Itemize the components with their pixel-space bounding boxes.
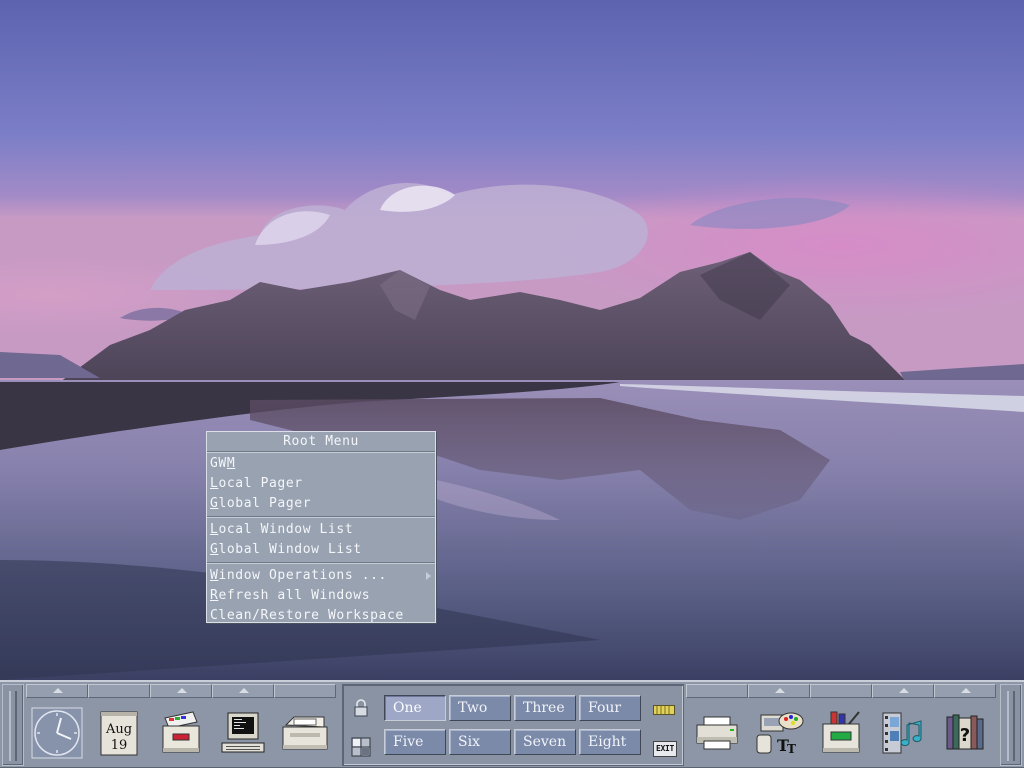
root-menu: Root Menu GWM Local Pager Global Pager L…	[206, 431, 436, 623]
subpanel-tab-media[interactable]	[872, 684, 934, 698]
up-arrow-icon	[177, 688, 187, 693]
front-panel: Aug 19 One Two Three Four Five Six Seven…	[0, 680, 1024, 768]
menu-item-text: indow Operations ...	[218, 568, 387, 583]
menu-item-clean-restore-workspace[interactable]: Clean/Restore Workspace	[207, 606, 435, 626]
menu-item-text: ocal Pager	[218, 476, 303, 491]
wallpaper-image	[0, 0, 1024, 680]
busy-light-icon	[653, 705, 675, 715]
screen-blank-icon[interactable]	[351, 737, 371, 757]
menu-item-text: ocal Window List	[218, 522, 354, 537]
workspace-button-seven[interactable]: Seven	[514, 729, 576, 755]
workspace-button-six[interactable]: Six	[449, 729, 511, 755]
help-manager-icon: ?	[946, 714, 984, 750]
application-manager-control[interactable]	[810, 700, 872, 766]
mailer-icon	[282, 716, 328, 750]
panel-right-handle[interactable]	[1000, 684, 1022, 766]
menu-item-text: Clean/Restore Workspace	[210, 608, 404, 623]
submenu-arrow-icon	[426, 572, 431, 580]
menu-item-text: efresh all Windows	[218, 588, 371, 603]
subpanel-tab-style[interactable]	[748, 684, 810, 698]
menu-item-gwm[interactable]: GWM	[207, 454, 435, 474]
style-manager-control[interactable]: T T	[748, 700, 810, 766]
clock-icon	[31, 707, 83, 759]
menu-item-local-pager[interactable]: Local Pager	[207, 474, 435, 494]
clock-control[interactable]	[26, 700, 88, 766]
subpanel-tab-help[interactable]	[934, 684, 996, 698]
right-subpanel-tabs	[686, 684, 996, 698]
lock-icon[interactable]	[353, 699, 369, 717]
file-manager-icon	[162, 711, 200, 753]
grip-icon	[1007, 691, 1015, 761]
multimedia-control[interactable]	[872, 700, 934, 766]
root-menu-title: Root Menu	[207, 432, 435, 452]
calendar-day: 19	[111, 738, 128, 753]
subpanel-tab-files[interactable]	[150, 684, 212, 698]
style-manager-icon: T T	[756, 712, 804, 755]
subpanel-tab-mail[interactable]	[274, 684, 336, 698]
mailer-control[interactable]	[274, 700, 336, 766]
grip-icon	[9, 691, 17, 761]
terminal-control[interactable]	[212, 700, 274, 766]
printer-control[interactable]	[686, 700, 748, 766]
printer-icon	[696, 716, 738, 750]
desktop[interactable]: Root Menu GWM Local Pager Global Pager L…	[0, 0, 1024, 680]
menu-item-global-pager[interactable]: Global Pager	[207, 494, 435, 514]
terminal-icon	[221, 712, 265, 753]
menu-group-operations: Window Operations ... Refresh all Window…	[207, 564, 435, 628]
subpanel-tab-calendar[interactable]	[88, 684, 150, 698]
left-subpanel-tabs	[26, 684, 336, 698]
workspace-switch: One Two Three Four Five Six Seven Eight …	[342, 684, 684, 766]
workspace-button-two[interactable]: Two	[449, 695, 511, 721]
workspace-button-eight[interactable]: Eight	[579, 729, 641, 755]
help-manager-control[interactable]: ?	[934, 700, 996, 766]
menu-item-local-window-list[interactable]: Local Window List	[207, 520, 435, 540]
up-arrow-icon	[961, 688, 971, 693]
menu-group-pagers: GWM Local Pager Global Pager	[207, 452, 435, 516]
subpanel-tab-terminal[interactable]	[212, 684, 274, 698]
calendar-control[interactable]: Aug 19	[88, 700, 150, 766]
subpanel-tab-printer[interactable]	[686, 684, 748, 698]
menu-item-global-window-list[interactable]: Global Window List	[207, 540, 435, 560]
workspace-button-one[interactable]: One	[384, 695, 446, 721]
subpanel-tab-clock[interactable]	[26, 684, 88, 698]
workspace-button-five[interactable]: Five	[384, 729, 446, 755]
menu-item-window-operations[interactable]: Window Operations ...	[207, 566, 435, 586]
menu-group-window-lists: Local Window List Global Window List	[207, 518, 435, 562]
menu-item-text: GW	[210, 456, 227, 471]
workspace-button-four[interactable]: Four	[579, 695, 641, 721]
menu-item-mnemonic: M	[226, 456, 236, 471]
exit-button[interactable]: EXIT	[653, 741, 677, 757]
panel-left-handle[interactable]	[2, 684, 24, 766]
svg-text:?: ?	[960, 725, 970, 746]
multimedia-icon	[882, 712, 922, 754]
up-arrow-icon	[53, 688, 63, 693]
application-manager-icon	[822, 711, 860, 753]
subpanel-tab-apps[interactable]	[810, 684, 872, 698]
calendar-month: Aug	[105, 722, 132, 737]
menu-item-text: lobal Pager	[218, 496, 312, 511]
calendar-icon: Aug 19	[100, 711, 138, 756]
menu-item-refresh-all-windows[interactable]: Refresh all Windows	[207, 586, 435, 606]
menu-item-text: lobal Window List	[218, 542, 362, 557]
up-arrow-icon	[239, 688, 249, 693]
workspace-button-three[interactable]: Three	[514, 695, 576, 721]
up-arrow-icon	[775, 688, 785, 693]
file-manager-control[interactable]	[150, 700, 212, 766]
svg-text:T: T	[787, 742, 796, 755]
up-arrow-icon	[899, 688, 909, 693]
